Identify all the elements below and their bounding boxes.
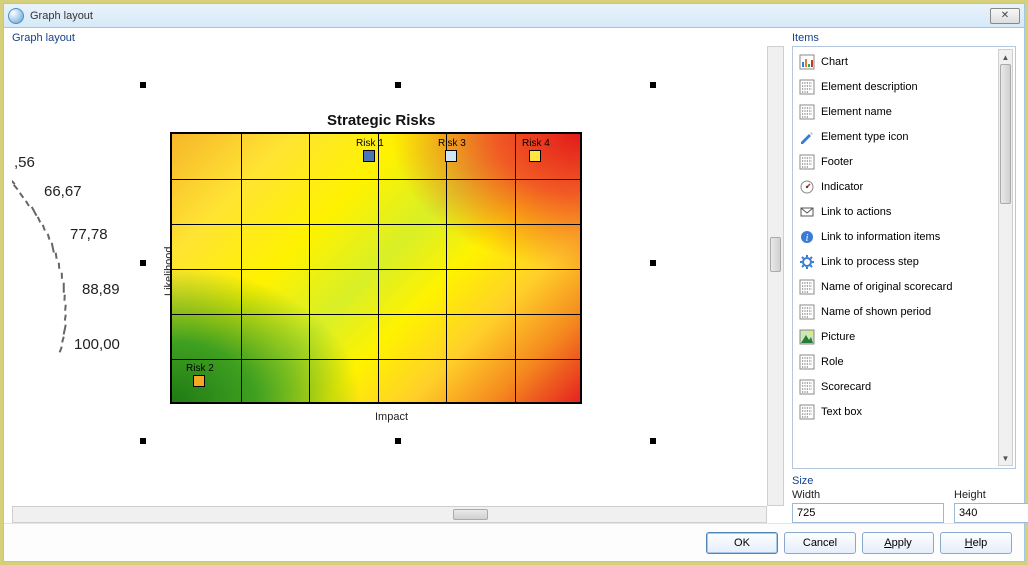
risk-label: Risk 1 [356, 138, 384, 149]
canvas-label: Graph layout [12, 32, 784, 44]
selection-handle[interactable] [140, 260, 146, 266]
selection-handle[interactable] [650, 82, 656, 88]
list-item-label: Text box [821, 406, 862, 418]
items-list: Chart Element description Element name Elem… [792, 46, 1016, 469]
list-item[interactable]: Name of shown period [795, 299, 998, 324]
gear-icon [799, 254, 815, 270]
gauge-tick-label: 100,00 [74, 336, 120, 353]
ok-button[interactable]: OK [706, 532, 778, 554]
info-icon: i [799, 229, 815, 245]
scrollbar-thumb[interactable] [453, 509, 488, 520]
list-item[interactable]: Link to actions [795, 199, 998, 224]
width-input[interactable] [792, 503, 944, 523]
gauge-tick-label: ,56 [14, 154, 35, 171]
window-title: Graph layout [30, 10, 990, 22]
gauge-tick-label: 77,78 [70, 226, 108, 243]
text-grid-icon [799, 279, 815, 295]
app-icon [8, 8, 24, 24]
list-item-label: Footer [821, 156, 853, 168]
scroll-up-icon[interactable]: ▲ [999, 50, 1012, 64]
text-grid-icon [799, 354, 815, 370]
height-input[interactable] [954, 503, 1028, 523]
list-item[interactable]: Picture [795, 324, 998, 349]
risk-label: Risk 2 [186, 363, 214, 374]
selection-handle[interactable] [140, 82, 146, 88]
risk-label: Risk 4 [522, 138, 550, 149]
list-item[interactable]: Link to process step [795, 249, 998, 274]
cancel-button[interactable]: Cancel [784, 532, 856, 554]
list-item-label: Chart [821, 56, 848, 68]
selection-handle[interactable] [140, 438, 146, 444]
text-grid-icon [799, 79, 815, 95]
items-label: Items [792, 32, 1016, 44]
risk-heatmap[interactable]: Risk 1 Risk 3 Risk 4 Risk 2 [170, 132, 582, 404]
list-item[interactable]: Element type icon [795, 124, 998, 149]
risk-label: Risk 3 [438, 138, 466, 149]
list-item[interactable]: Indicator [795, 174, 998, 199]
list-item-label: Link to actions [821, 206, 891, 218]
list-item[interactable]: Element name [795, 99, 998, 124]
pencil-icon [799, 129, 815, 145]
x-axis-label: Impact [375, 411, 408, 423]
text-grid-icon [799, 404, 815, 420]
list-item-label: Indicator [821, 181, 863, 193]
list-item-label: Element name [821, 106, 892, 118]
close-button[interactable]: ✕ [990, 8, 1020, 24]
items-scrollbar[interactable]: ▲ ▼ [998, 49, 1013, 466]
risk-marker-3[interactable] [445, 150, 457, 162]
list-item-label: Element type icon [821, 131, 908, 143]
list-item[interactable]: Text box [795, 399, 998, 424]
list-item[interactable]: Element description [795, 74, 998, 99]
width-label: Width [792, 489, 944, 501]
selection-handle[interactable] [650, 438, 656, 444]
picture-icon [799, 329, 815, 345]
chart-title: Strategic Risks [327, 112, 435, 129]
dialog-footer: OK Cancel Apply Help [4, 523, 1024, 561]
text-grid-icon [799, 154, 815, 170]
list-item-label: Role [821, 356, 844, 368]
list-item-label: Name of original scorecard [821, 281, 952, 293]
selection-handle[interactable] [395, 82, 401, 88]
list-item-label: Link to information items [821, 231, 940, 243]
list-item[interactable]: Name of original scorecard [795, 274, 998, 299]
canvas-wrap: ,56 66,67 77,78 88,89 100,00 [12, 46, 784, 523]
list-item-label: Name of shown period [821, 306, 931, 318]
list-item[interactable]: Scorecard [795, 374, 998, 399]
help-button[interactable]: Help [940, 532, 1012, 554]
text-grid-icon [799, 379, 815, 395]
scroll-down-icon[interactable]: ▼ [999, 451, 1012, 465]
titlebar[interactable]: Graph layout ✕ [4, 4, 1024, 28]
list-item[interactable]: Chart [795, 49, 998, 74]
scrollbar-thumb[interactable] [770, 237, 781, 272]
svg-text:i: i [806, 233, 809, 244]
height-label: Height [954, 489, 1028, 501]
envelope-icon [799, 204, 815, 220]
selection-handle[interactable] [650, 260, 656, 266]
gauge-tick-label: 66,67 [44, 183, 82, 200]
content: Graph layout [4, 28, 1024, 561]
text-grid-icon [799, 104, 815, 120]
size-label: Size [792, 475, 1016, 487]
scrollbar-thumb[interactable] [1000, 64, 1011, 204]
risk-marker-2[interactable] [193, 375, 205, 387]
list-item[interactable]: Footer [795, 149, 998, 174]
chart-icon [799, 54, 815, 70]
horizontal-scrollbar[interactable] [12, 506, 767, 523]
list-item-label: Link to process step [821, 256, 919, 268]
graph-layout-window: Graph layout ✕ Graph layout [3, 3, 1025, 562]
selection-handle[interactable] [395, 438, 401, 444]
risk-marker-1[interactable] [363, 150, 375, 162]
text-grid-icon [799, 304, 815, 320]
vertical-scrollbar[interactable] [767, 46, 784, 506]
gauge-icon [799, 179, 815, 195]
list-item[interactable]: i Link to information items [795, 224, 998, 249]
list-item[interactable]: Role [795, 349, 998, 374]
list-item-label: Picture [821, 331, 855, 343]
list-item-label: Scorecard [821, 381, 871, 393]
gauge-tick-label: 88,89 [82, 281, 120, 298]
apply-button[interactable]: Apply [862, 532, 934, 554]
list-item-label: Element description [821, 81, 918, 93]
canvas[interactable]: ,56 66,67 77,78 88,89 100,00 [12, 46, 767, 506]
risk-marker-4[interactable] [529, 150, 541, 162]
